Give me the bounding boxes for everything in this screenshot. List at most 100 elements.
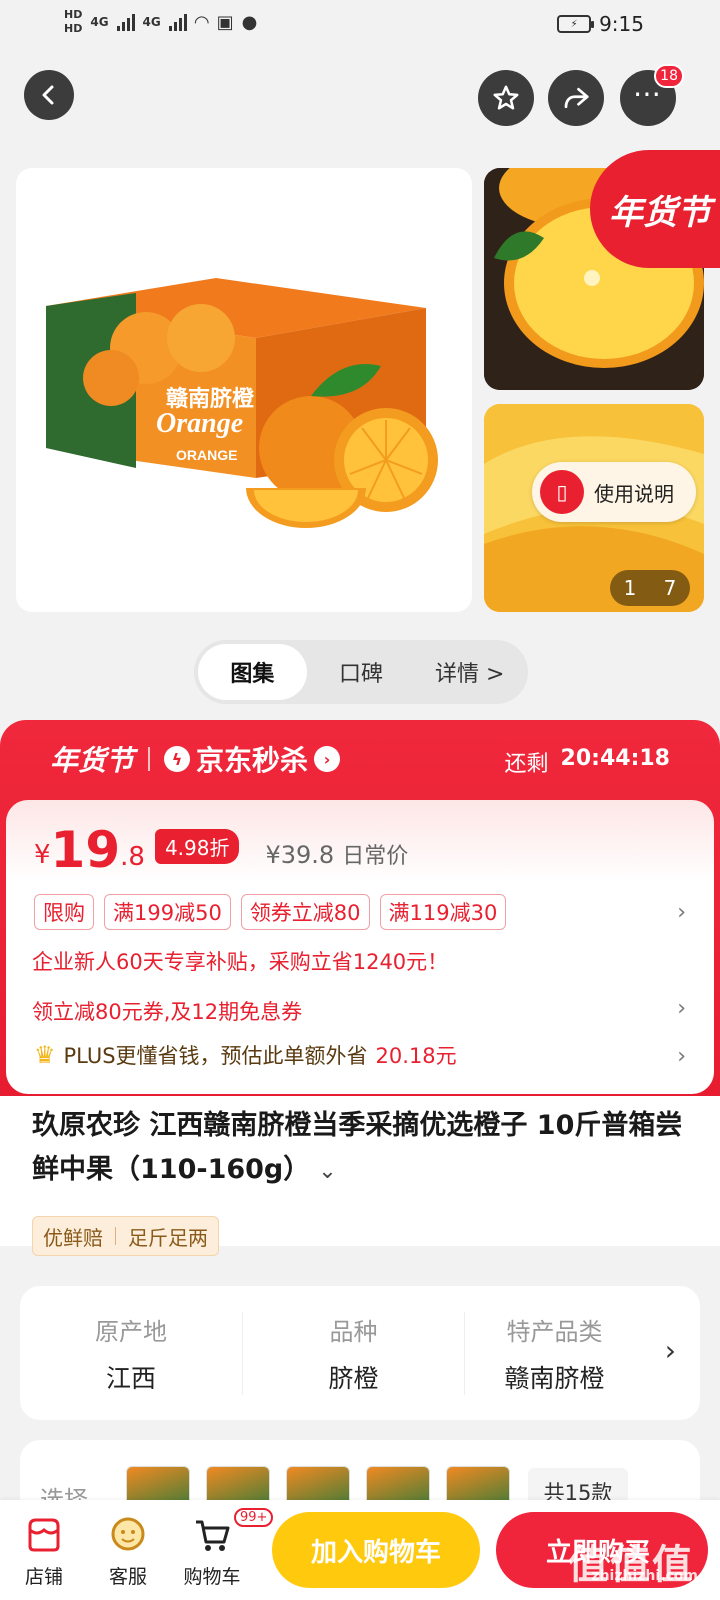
festival-label: 年货节 xyxy=(50,744,135,777)
box-english-text: Orange xyxy=(156,408,243,439)
product-attributes[interactable]: 原产地 江西 品种 脐橙 特产品类 赣南脐橙 › xyxy=(20,1286,700,1420)
shop-label: 店铺 xyxy=(24,1566,63,1588)
bolt-icon: ϟ xyxy=(164,746,191,772)
hd2-text: HD xyxy=(64,22,83,35)
box-label-text: ORANGE xyxy=(176,447,237,463)
attribute-key: 原产地 xyxy=(95,1317,167,1346)
chevron-right-icon: › xyxy=(314,746,341,772)
festival-tag: 年货节 xyxy=(590,150,720,268)
share-icon xyxy=(564,87,589,109)
counter-current: 1 xyxy=(623,576,637,600)
main-product-image[interactable]: 赣南脐橙 Orange ORANGE xyxy=(16,168,472,612)
service-label: 客服 xyxy=(108,1566,147,1588)
attribute-value: 脐橙 xyxy=(328,1363,379,1393)
chevron-down-icon[interactable]: ⌄ xyxy=(318,1159,336,1184)
wechat-icon: ● xyxy=(241,11,258,33)
cart-badge: 99+ xyxy=(234,1508,274,1527)
hd-indicator: HD HD xyxy=(64,8,82,36)
bottom-action-bar: 店铺 客服 99+ 购物车 加入购物车 立即购买 值值值 zhizhizhi.c… xyxy=(0,1500,720,1600)
add-to-cart-button[interactable]: 加入购物车 xyxy=(272,1512,480,1588)
plus-text: PLUS更懂省钱，预估此单额外省 xyxy=(63,1044,368,1068)
service-button[interactable]: 客服 xyxy=(88,1512,168,1589)
currency-symbol: ¥ xyxy=(34,840,51,870)
shop-icon xyxy=(22,1512,66,1556)
guarantee-tag: 优鲜赔 xyxy=(43,1225,103,1250)
guarantee-tag: 足斤足两 xyxy=(128,1225,208,1250)
coupon-offer-link[interactable]: 领立减80元券,及12期免息券 xyxy=(32,996,302,1026)
counter-total: 7 xyxy=(663,576,677,600)
chevron-right-icon[interactable]: › xyxy=(677,996,686,1021)
plus-amount: 20.18元 xyxy=(375,1044,457,1068)
original-price: ¥39.8 日常价 xyxy=(265,838,408,870)
coupon-tag[interactable]: 领券立减80 xyxy=(240,894,370,930)
chevron-right-icon[interactable]: › xyxy=(665,1334,676,1367)
countdown-time: 20:44:18 xyxy=(560,746,670,771)
attribute-category: 特产品类 赣南脐橙 xyxy=(464,1311,644,1395)
image-counter: 1 7 xyxy=(610,570,690,606)
status-bar: HD HD 4G 4G ◠ ▣ ● ⚡ 9:15 xyxy=(0,0,720,50)
jd-seckill-label: 京东秒杀 xyxy=(196,744,309,777)
status-right: ⚡ 9:15 xyxy=(557,12,644,36)
countdown-label: 还剩 xyxy=(504,752,549,777)
discount-badge: 4.98折 xyxy=(154,829,240,864)
attribute-key: 特产品类 xyxy=(506,1317,603,1346)
promo-header[interactable]: 年货节 ϟ 京东秒杀 › 还剩 20:44:18 xyxy=(0,720,720,798)
divider xyxy=(148,747,151,771)
watermark-url: zhizhizhi.com xyxy=(591,1568,698,1584)
attribute-variety: 品种 脐橙 xyxy=(242,1311,464,1395)
cart-button[interactable]: 99+ 购物车 xyxy=(172,1508,274,1589)
share-button[interactable] xyxy=(548,70,604,126)
product-title-text: 玖原农珍 江西赣南脐橙当季采摘优选橙子 10斤普箱尝鲜中果（110-160g） xyxy=(32,1110,683,1185)
shop-button[interactable]: 店铺 xyxy=(4,1512,84,1589)
gift-icon: ▣ xyxy=(216,11,234,33)
attribute-value: 赣南脐橙 xyxy=(504,1363,605,1393)
enterprise-subsidy-text: 企业新人60天专享补贴，采购立省1240元！ xyxy=(32,950,449,974)
price-decimal: .8 xyxy=(120,842,145,872)
star-icon xyxy=(493,85,519,110)
book-icon: ▯ xyxy=(540,470,584,514)
coupon-list[interactable]: 限购 满199减50 领券立减80 满119减30 xyxy=(34,894,507,930)
usage-guide-label: 使用说明 xyxy=(594,481,674,506)
back-button[interactable] xyxy=(24,70,74,120)
original-price-label: 日常价 xyxy=(342,844,409,869)
jd-seckill-link[interactable]: ϟ 京东秒杀 › xyxy=(164,739,341,779)
chevron-right-icon[interactable]: › xyxy=(677,900,686,925)
orange-box-illustration: 赣南脐橙 Orange ORANGE xyxy=(46,278,438,528)
cart-icon: 99+ xyxy=(190,1508,274,1556)
buy-now-button[interactable]: 立即购买 值值值 zhizhizhi.com xyxy=(496,1512,708,1588)
divider xyxy=(115,1227,116,1245)
cart-label: 购物车 xyxy=(183,1566,241,1588)
favorite-button[interactable] xyxy=(478,70,534,126)
guarantee-tags[interactable]: 优鲜赔 足斤足两 xyxy=(32,1216,219,1256)
network2-text: 4G xyxy=(142,15,161,29)
attribute-origin: 原产地 江西 xyxy=(20,1312,242,1395)
price-row: ¥ 19 .8 4.98折 ¥39.8 日常价 xyxy=(34,822,408,878)
price-integer: 19 xyxy=(50,821,121,879)
coupon-tag[interactable]: 限购 xyxy=(34,894,94,930)
attribute-value: 江西 xyxy=(105,1363,156,1393)
coupon-tag[interactable]: 满119减30 xyxy=(379,894,507,930)
plus-savings[interactable]: ♛ PLUS更懂省钱，预估此单额外省 20.18元 xyxy=(34,1040,457,1070)
usage-guide-button[interactable]: ▯ 使用说明 xyxy=(532,462,696,522)
network1-text: 4G xyxy=(90,15,109,29)
promo-body: ¥ 19 .8 4.98折 ¥39.8 日常价 限购 满199减50 领券立减80… xyxy=(6,800,714,1094)
chevron-right-icon[interactable]: › xyxy=(677,1044,686,1069)
coupon-tag[interactable]: 满199减50 xyxy=(104,894,231,930)
tab-details[interactable]: 详情 > xyxy=(415,644,524,700)
status-left: HD HD 4G 4G ◠ ▣ ● xyxy=(64,8,257,36)
notification-badge: 18 xyxy=(654,64,684,88)
product-title[interactable]: 玖原农珍 江西赣南脐橙当季采摘优选橙子 10斤普箱尝鲜中果（110-160g） ⌄ xyxy=(32,1104,692,1194)
countdown: 还剩 20:44:18 xyxy=(505,746,670,778)
crown-icon: ♛ xyxy=(34,1041,56,1069)
tab-reviews[interactable]: 口碑 xyxy=(307,644,416,700)
media-tabs: 图集 口碑 详情 > xyxy=(194,640,528,704)
seckill-promo-card: 年货节 ϟ 京东秒杀 › 还剩 20:44:18 ¥ 19 .8 4.98折 ¥… xyxy=(0,720,720,1100)
wifi-icon: ◠ xyxy=(194,11,209,33)
attribute-key: 品种 xyxy=(329,1317,378,1346)
clock: 9:15 xyxy=(599,12,644,36)
tab-gallery[interactable]: 图集 xyxy=(198,644,307,700)
more-button[interactable]: ⋯ 18 xyxy=(620,64,684,126)
original-price-value: ¥39.8 xyxy=(265,841,335,869)
hd1-text: HD xyxy=(64,8,83,21)
customer-service-icon xyxy=(106,1512,150,1556)
